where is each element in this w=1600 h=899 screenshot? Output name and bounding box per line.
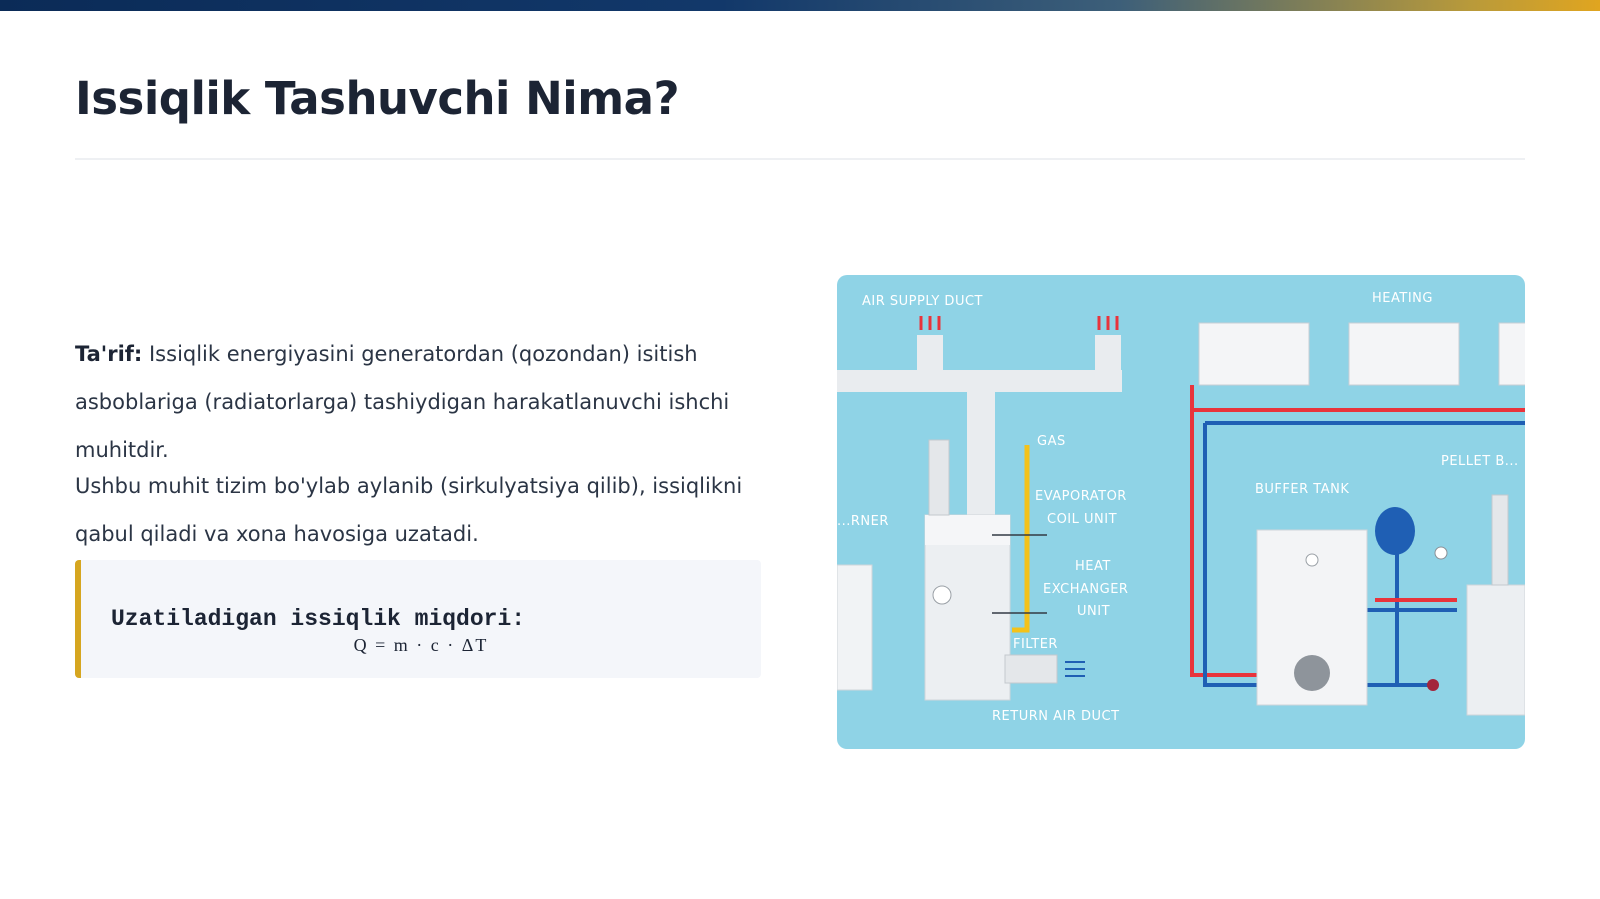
content-text: Ta'rif: Issiqlik energiyasini generatord… <box>75 330 775 558</box>
label-exchanger: EXCHANGER <box>1043 582 1128 597</box>
label-unit: UNIT <box>1077 604 1110 619</box>
top-accent-bar <box>0 0 1600 11</box>
slide-title: Issiqlik Tashuvchi Nima? <box>75 72 680 125</box>
second-paragraph: Ushbu muhit tizim bo'ylab aylanib (sirku… <box>75 474 743 546</box>
label-burner: ...RNER <box>837 514 889 529</box>
label-gas: GAS <box>1037 434 1066 449</box>
title-divider <box>75 158 1525 160</box>
label-pellet: PELLET B... <box>1441 454 1519 469</box>
label-evaporator: EVAPORATOR <box>1035 489 1127 504</box>
label-heat: HEAT <box>1075 559 1111 574</box>
heating-system-diagram: AIR SUPPLY DUCT HEATING GAS EVAPORATOR C… <box>837 275 1525 749</box>
label-buffer-tank: BUFFER TANK <box>1255 482 1349 497</box>
definition-label: Ta'rif: <box>75 342 143 366</box>
formula-expression: Q = m · c · ΔT <box>353 635 489 655</box>
definition-text: Issiqlik energiyasini generatordan (qozo… <box>75 342 730 462</box>
label-coil-unit: COIL UNIT <box>1047 512 1117 527</box>
label-return-air-duct: RETURN AIR DUCT <box>992 709 1120 724</box>
label-air-supply-duct: AIR SUPPLY DUCT <box>862 294 983 309</box>
definition-paragraph: Ta'rif: Issiqlik energiyasini generatord… <box>75 330 775 474</box>
heating-system-illustration: AIR SUPPLY DUCT HEATING GAS EVAPORATOR C… <box>837 275 1525 749</box>
label-filter: FILTER <box>1013 637 1058 652</box>
formula-label: Uzatiladigan issiqlik miqdori: <box>111 606 526 632</box>
label-heating: HEATING <box>1372 291 1433 306</box>
formula-box: Uzatiladigan issiqlik miqdori: Q = m · c… <box>75 560 761 678</box>
